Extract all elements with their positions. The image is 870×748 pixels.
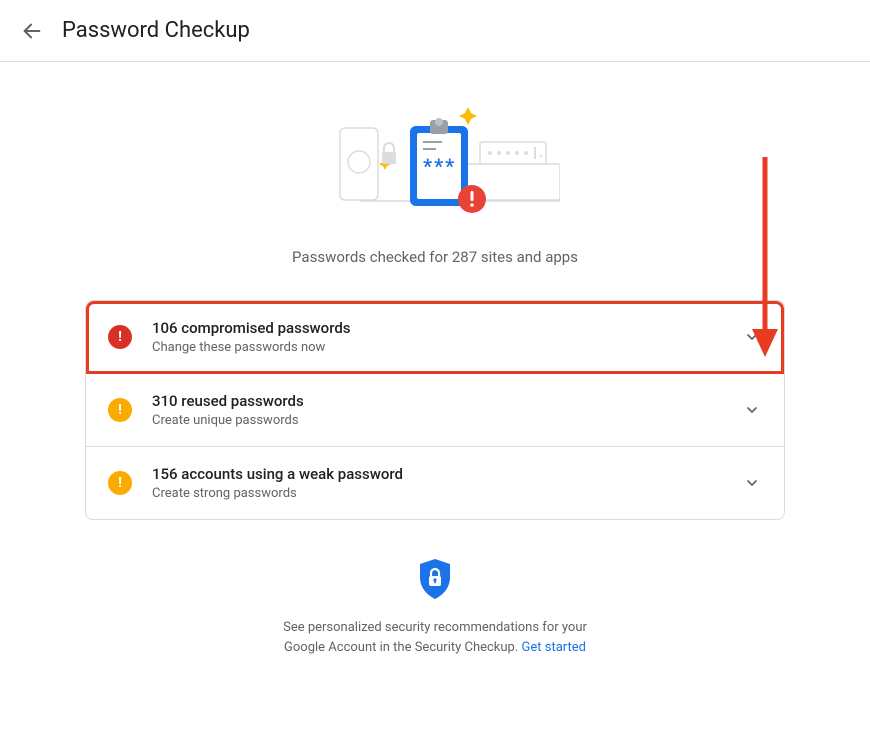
password-checkup-illustration: *** bbox=[85, 100, 785, 220]
svg-text:***: *** bbox=[423, 154, 456, 178]
shield-icon bbox=[418, 558, 452, 604]
main-content: *** Passwords checked for 287 sites and … bbox=[85, 62, 785, 657]
row-title: 106 compromised passwords bbox=[152, 319, 742, 337]
warning-icon: ! bbox=[108, 398, 132, 422]
row-text: 310 reused passwords Create unique passw… bbox=[152, 392, 742, 428]
chevron-down-icon bbox=[742, 400, 762, 420]
get-started-link[interactable]: Get started bbox=[522, 640, 586, 655]
warning-icon: ! bbox=[108, 471, 132, 495]
results-card-list: ! 106 compromised passwords Change these… bbox=[85, 300, 785, 520]
compromised-passwords-row[interactable]: ! 106 compromised passwords Change these… bbox=[86, 301, 784, 374]
row-text: 106 compromised passwords Change these p… bbox=[152, 319, 742, 355]
alert-icon: ! bbox=[108, 325, 132, 349]
row-subtitle: Create strong passwords bbox=[152, 486, 742, 501]
footer-section: See personalized security recommendation… bbox=[85, 558, 785, 657]
footer-text: See personalized security recommendation… bbox=[280, 618, 590, 657]
row-text: 156 accounts using a weak password Creat… bbox=[152, 465, 742, 501]
row-subtitle: Change these passwords now bbox=[152, 340, 742, 355]
row-title: 156 accounts using a weak password bbox=[152, 465, 742, 483]
summary-text: Passwords checked for 287 sites and apps bbox=[85, 248, 785, 266]
chevron-down-icon bbox=[742, 473, 762, 493]
arrow-left-icon bbox=[21, 20, 43, 42]
page-title: Password Checkup bbox=[62, 18, 250, 43]
header: Password Checkup bbox=[0, 0, 870, 62]
row-subtitle: Create unique passwords bbox=[152, 413, 742, 428]
weak-passwords-row[interactable]: ! 156 accounts using a weak password Cre… bbox=[86, 447, 784, 519]
row-title: 310 reused passwords bbox=[152, 392, 742, 410]
reused-passwords-row[interactable]: ! 310 reused passwords Create unique pas… bbox=[86, 374, 784, 447]
chevron-down-icon bbox=[742, 327, 762, 347]
back-arrow-button[interactable] bbox=[20, 19, 44, 43]
